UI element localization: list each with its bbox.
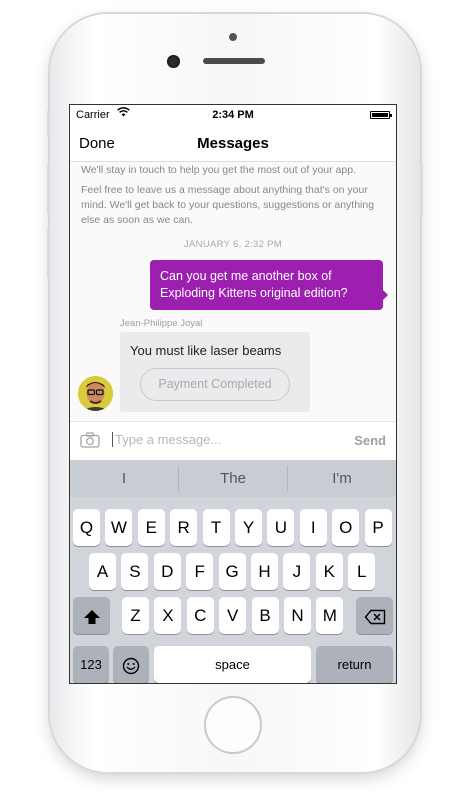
- key-x[interactable]: X: [154, 597, 182, 634]
- conversation-thread[interactable]: We'll stay in touch to help you get the …: [70, 162, 396, 420]
- return-key[interactable]: return: [316, 646, 393, 683]
- mute-switch: [47, 110, 50, 136]
- key-f[interactable]: F: [186, 553, 214, 590]
- shift-key[interactable]: [73, 597, 110, 634]
- key-l[interactable]: L: [348, 553, 376, 590]
- send-button[interactable]: Send: [354, 433, 386, 448]
- home-button[interactable]: [204, 696, 262, 754]
- battery-icon: [370, 111, 392, 119]
- backspace-icon: [364, 606, 386, 625]
- payment-completed-button[interactable]: Payment Completed: [140, 368, 290, 401]
- camera-icon[interactable]: [80, 432, 100, 448]
- outgoing-message-text: Can you get me another box of Exploding …: [160, 269, 348, 300]
- key-v[interactable]: V: [219, 597, 247, 634]
- status-bar: Carrier 2:34 PM: [70, 105, 396, 125]
- key-m[interactable]: M: [316, 597, 344, 634]
- phone-screen: Carrier 2:34 PM Done Messages We'll stay…: [69, 104, 397, 684]
- key-z[interactable]: Z: [122, 597, 149, 634]
- status-time: 2:34 PM: [212, 109, 254, 121]
- space-key[interactable]: space: [154, 646, 311, 683]
- incoming-message-bubble[interactable]: You must like laser beams Payment Comple…: [120, 332, 310, 412]
- message-timestamp: JANUARY 6, 2:32 PM: [184, 239, 282, 250]
- key-g[interactable]: G: [218, 553, 246, 590]
- message-composer: Type a message... Send: [70, 421, 396, 460]
- sender-name: Jean-Philippe Joyal: [120, 318, 203, 329]
- suggestion-item[interactable]: The: [179, 460, 287, 497]
- suggestion-item[interactable]: I: [70, 460, 178, 497]
- key-j[interactable]: J: [283, 553, 311, 590]
- key-r[interactable]: R: [170, 509, 198, 546]
- avatar[interactable]: [78, 376, 113, 411]
- key-h[interactable]: H: [251, 553, 278, 590]
- key-b[interactable]: B: [251, 597, 279, 634]
- shift-icon: [83, 606, 101, 625]
- sensor-dot: [229, 33, 237, 41]
- bubble-tail: [382, 289, 388, 301]
- key-s[interactable]: S: [121, 553, 149, 590]
- key-w[interactable]: W: [105, 509, 133, 546]
- emoji-icon: [122, 655, 140, 674]
- suggestion-item[interactable]: I'm: [288, 460, 396, 497]
- page-title: Messages: [197, 135, 269, 152]
- volume-down-button: [47, 228, 50, 278]
- earpiece-speaker: [203, 58, 265, 64]
- navigation-bar: Done Messages: [70, 125, 396, 162]
- key-t[interactable]: T: [202, 509, 230, 546]
- backspace-key[interactable]: [356, 597, 393, 634]
- key-o[interactable]: O: [332, 509, 360, 546]
- key-y[interactable]: Y: [235, 509, 262, 546]
- key-a[interactable]: A: [89, 553, 116, 590]
- key-c[interactable]: C: [186, 597, 214, 634]
- message-input[interactable]: Type a message...: [112, 432, 221, 447]
- key-e[interactable]: E: [137, 509, 165, 546]
- volume-up-button: [47, 164, 50, 214]
- key-k[interactable]: K: [315, 553, 343, 590]
- power-button: [420, 164, 423, 216]
- key-p[interactable]: P: [364, 509, 392, 546]
- key-n[interactable]: N: [284, 597, 311, 634]
- intro-text-2: Feel free to leave us a message about an…: [81, 184, 375, 226]
- key-q[interactable]: Q: [73, 509, 100, 546]
- outgoing-message-bubble[interactable]: Can you get me another box of Exploding …: [150, 260, 388, 310]
- keyboard: I The I'm QWERTYUIOP ASDFGHJKL ZXCVBNM 1…: [70, 460, 396, 683]
- emoji-key[interactable]: [113, 646, 149, 683]
- intro-text-1: We'll stay in touch to help you get the …: [81, 164, 356, 176]
- numbers-key[interactable]: 123: [73, 646, 109, 683]
- suggestion-bar: I The I'm: [70, 460, 396, 497]
- key-i[interactable]: I: [299, 509, 327, 546]
- key-d[interactable]: D: [153, 553, 181, 590]
- incoming-message-text: You must like laser beams: [130, 343, 282, 358]
- front-camera: [167, 55, 180, 68]
- key-u[interactable]: U: [267, 509, 295, 546]
